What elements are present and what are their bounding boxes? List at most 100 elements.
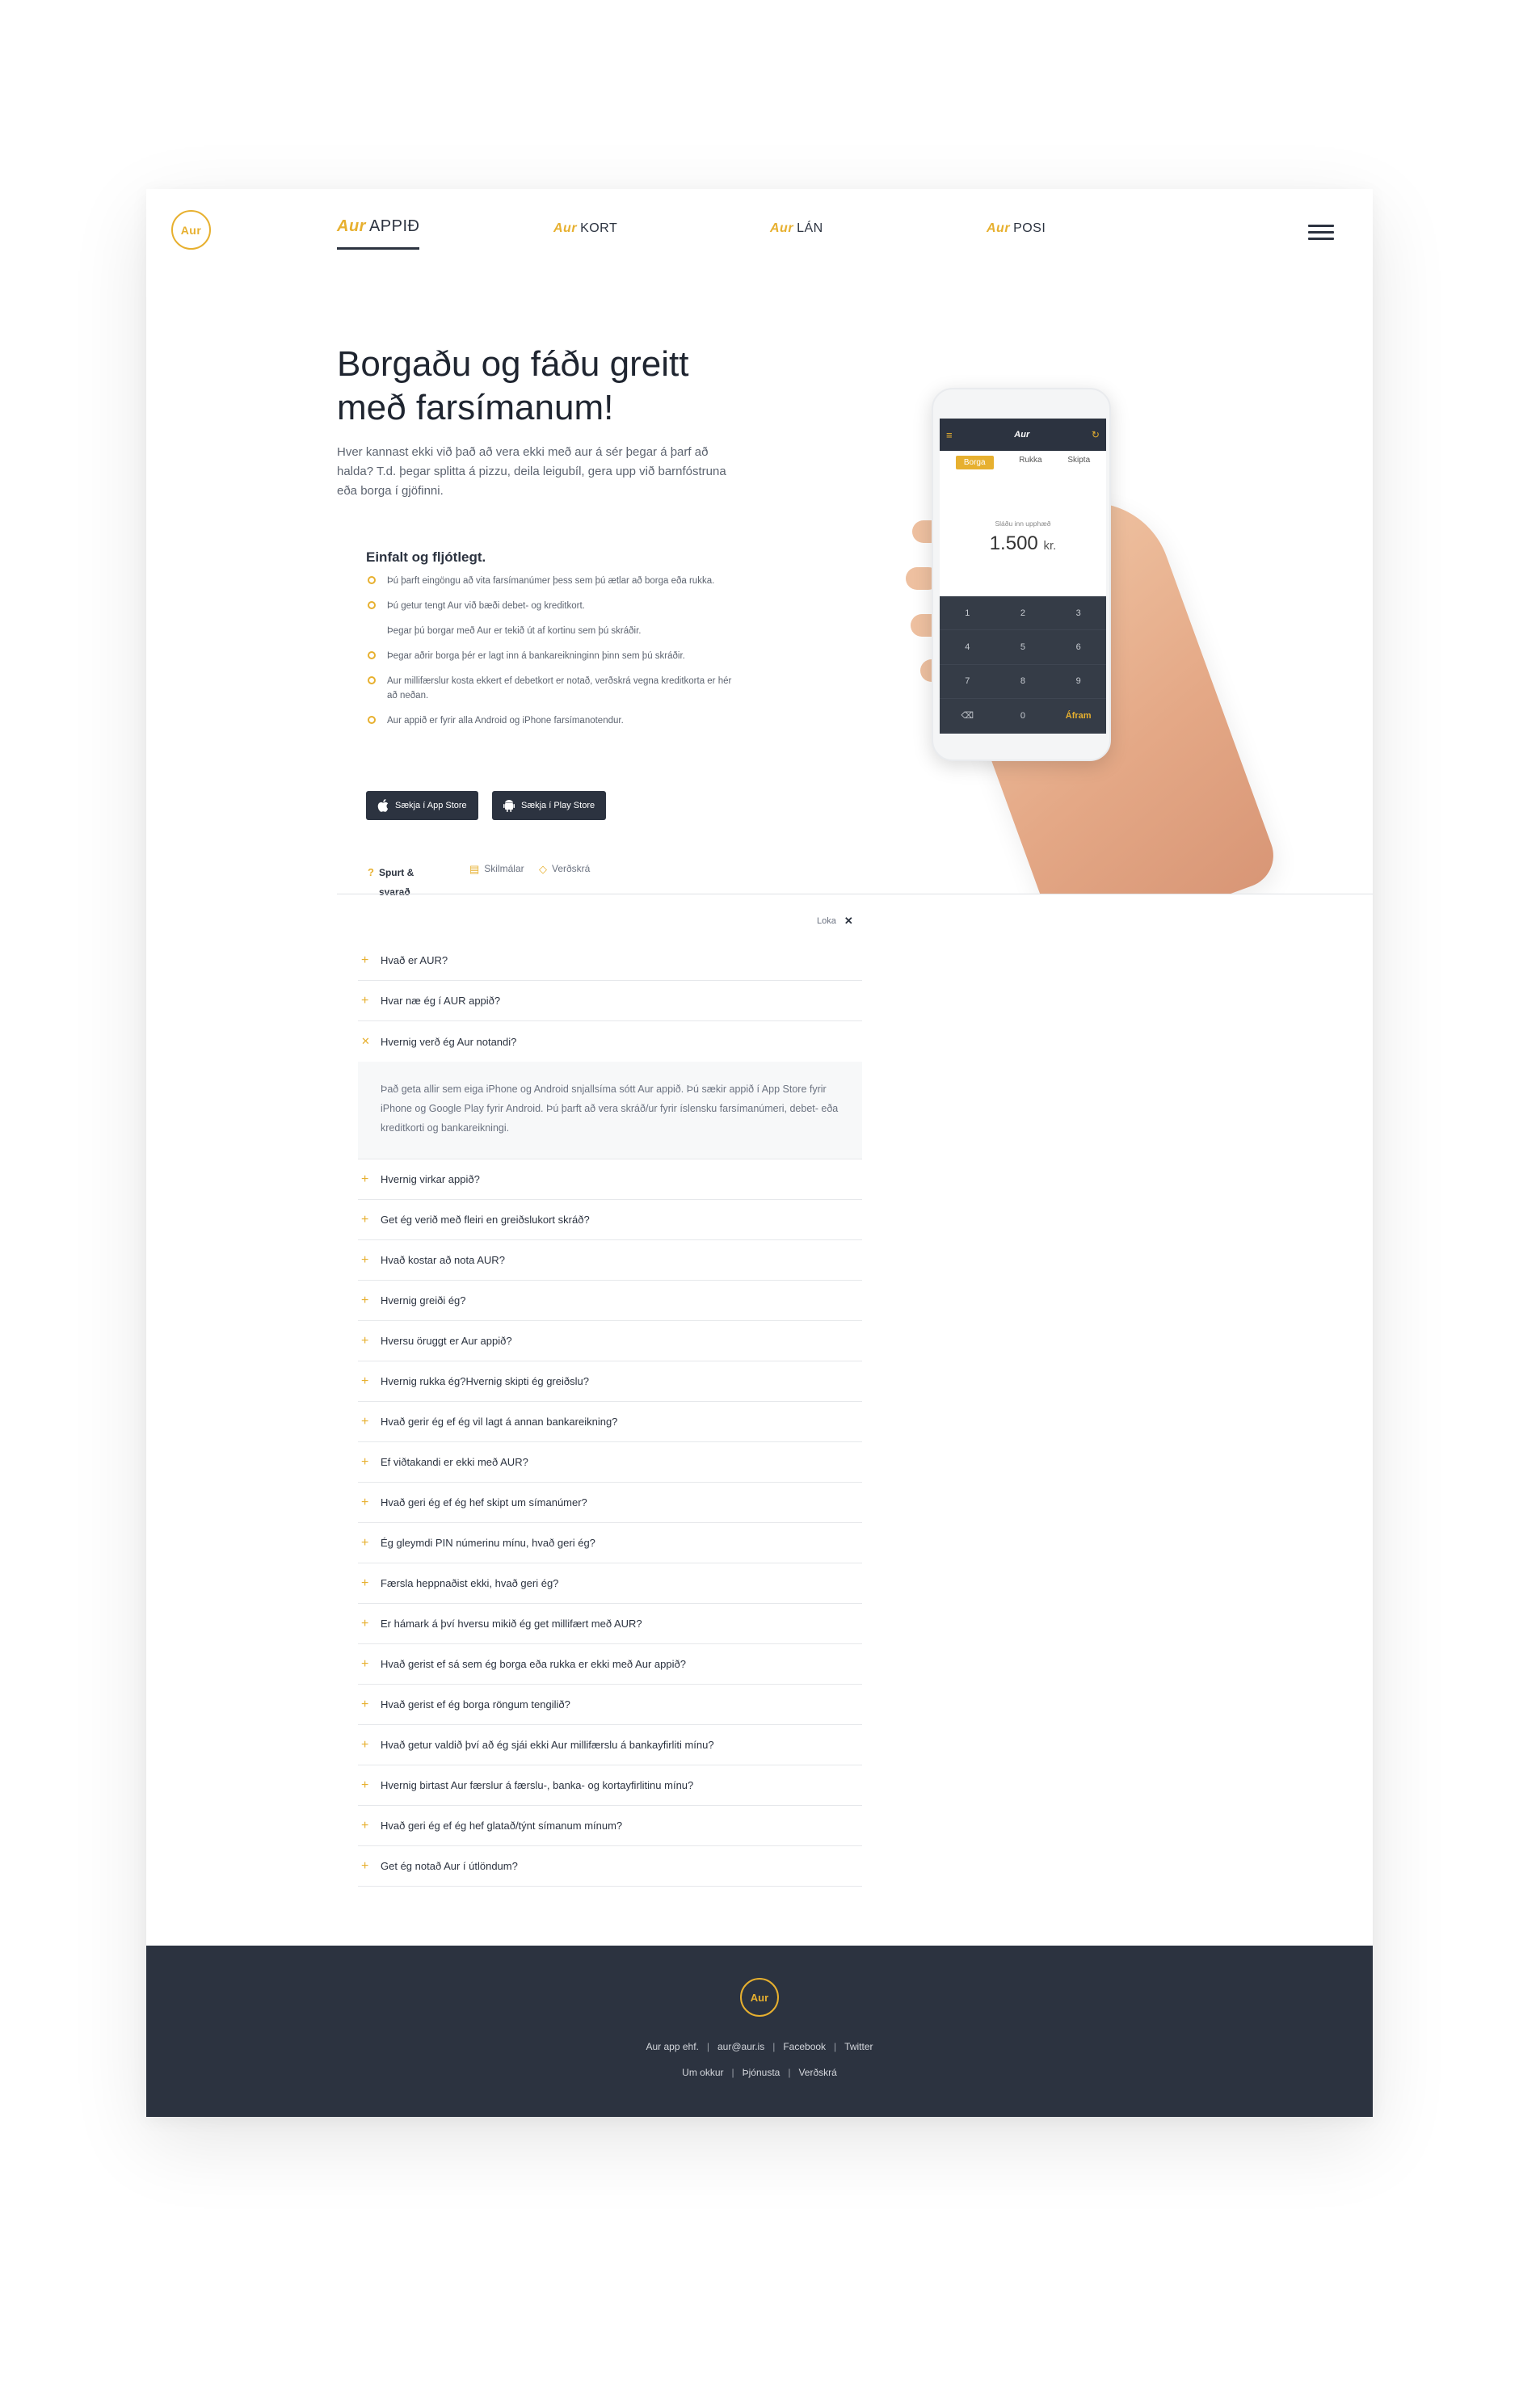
- hero-text: Hver kannast ekki við það að vera ekki m…: [337, 445, 726, 498]
- document-icon: ▤: [469, 863, 480, 875]
- tag-icon: ◇: [539, 863, 547, 875]
- faq-question: Hversu öruggt er Aur appið?: [381, 1335, 512, 1347]
- faq-item[interactable]: + Hversu öruggt er Aur appið?: [358, 1321, 862, 1361]
- key: 0: [995, 699, 1051, 734]
- footer-service-link[interactable]: Þjónusta: [743, 2067, 781, 2078]
- faq-item[interactable]: + Get ég notað Aur í útlöndum?: [358, 1846, 862, 1887]
- faq-item[interactable]: + Hvernig greiði ég?: [358, 1281, 862, 1321]
- close-icon: ✕: [361, 1035, 370, 1047]
- page-card: Aur Aur APPIÐ Aur KORT Aur LÁN Aur POSI Borg…: [146, 189, 1373, 2117]
- close-button[interactable]: Loka ✕: [817, 915, 853, 928]
- key: 3: [1050, 596, 1106, 631]
- nav-label: APPIÐ: [368, 217, 420, 235]
- feature-text: Þegar þú borgar með Aur er tekið út af k…: [387, 626, 642, 636]
- app-store-button[interactable]: Sækja í App Store: [366, 791, 478, 820]
- bullet-icon: [368, 676, 376, 684]
- bullet-icon: [368, 601, 376, 609]
- faq-item[interactable]: + Hvað er AUR?: [358, 940, 862, 981]
- feature-item: Aur millifærslur kosta ekkert ef debetko…: [366, 674, 738, 703]
- faq-item[interactable]: + Hvernig rukka ég?Hvernig skipti ég grei…: [358, 1361, 862, 1402]
- faq-item[interactable]: + Hvernig virkar appið?: [358, 1159, 862, 1200]
- faq-question: Hvernig virkar appið?: [381, 1173, 480, 1185]
- faq-item[interactable]: + Get ég verið með fleiri en greiðslukort…: [358, 1200, 862, 1240]
- footer-about-link[interactable]: Um okkur: [682, 2067, 723, 2078]
- history-icon: ↻: [1091, 429, 1100, 440]
- faq-question: Er hámark á því hversu mikið ég get mill…: [381, 1618, 642, 1630]
- play-store-label: Sækja í Play Store: [521, 801, 595, 810]
- bullet-icon: [368, 651, 376, 659]
- faq-item[interactable]: + Hvar næ ég í AUR appið?: [358, 981, 862, 1021]
- footer-company: Aur app ehf.: [646, 2041, 699, 2052]
- key: 6: [1050, 630, 1106, 665]
- tab-label: Skilmálar: [484, 863, 524, 874]
- faq-question: Ef viðtakandi er ekki með AUR?: [381, 1456, 528, 1468]
- faq-item[interactable]: + Hvað geri ég ef ég hef skipt um símanúm…: [358, 1483, 862, 1523]
- faq-item[interactable]: + Hvað gerir ég ef ég vil lagt á annan ba…: [358, 1402, 862, 1442]
- faq-question: Ég gleymdi PIN númerinu mínu, hvað geri …: [381, 1537, 595, 1549]
- key: 5: [995, 630, 1051, 665]
- phone-in-hand-illustration: ≡ Aur ↻ Borga Rukka Skipta Sláðu inn upp…: [793, 375, 1373, 894]
- plus-icon: +: [361, 1657, 369, 1671]
- faq-question: Get ég verið með fleiri en greiðslukort …: [381, 1214, 590, 1226]
- close-label: Loka: [817, 916, 836, 926]
- faq-item[interactable]: + Er hámark á því hversu mikið ég get mil…: [358, 1604, 862, 1644]
- footer-pricing-link[interactable]: Verðskrá: [798, 2067, 836, 2078]
- faq-question: Hvað gerir ég ef ég vil lagt á annan ban…: [381, 1416, 618, 1428]
- tab-pricing[interactable]: ◇ Verðskrá: [539, 863, 590, 876]
- footer-facebook-link[interactable]: Facebook: [783, 2041, 826, 2052]
- keypad: 1 2 3 4 5 6 7 8 9 ⌫ 0 Áfram: [940, 596, 1106, 734]
- footer-twitter-link[interactable]: Twitter: [844, 2041, 873, 2052]
- aur-logo[interactable]: Aur: [171, 210, 211, 250]
- feature-item: Þegar aðrir borga þér er lagt inn á bank…: [366, 649, 738, 663]
- key: 2: [995, 596, 1051, 631]
- feature-text: Þú getur tengt Aur við bæði debet- og kr…: [387, 601, 585, 611]
- faq-list: + Hvað er AUR? + Hvar næ ég í AUR appið? ✕…: [358, 940, 862, 1887]
- nav-brand: Aur: [770, 221, 794, 235]
- feature-item: Þú þarft eingöngu að vita farsímanúmer þ…: [366, 574, 738, 588]
- app-store-label: Sækja í App Store: [395, 801, 467, 810]
- menu-icon: ≡: [946, 428, 953, 441]
- plus-icon: +: [361, 1374, 369, 1388]
- feature-text: Aur millifærslur kosta ekkert ef debetko…: [387, 676, 732, 701]
- play-store-button[interactable]: Sækja í Play Store: [492, 791, 607, 820]
- features-heading: Einfalt og fljótlegt.: [366, 549, 486, 565]
- faq-item[interactable]: + Hvað kostar að nota AUR?: [358, 1240, 862, 1281]
- nav-brand: Aur: [987, 221, 1011, 235]
- nav-item-kort[interactable]: Aur KORT: [553, 221, 617, 236]
- plus-icon: +: [361, 1738, 369, 1752]
- plus-icon: +: [361, 1455, 369, 1469]
- faq-item[interactable]: + Hvað gerist ef sá sem ég borga eða rukk…: [358, 1644, 862, 1685]
- faq-question: Hvað gerist ef ég borga röngum tengilið?: [381, 1698, 570, 1710]
- tab-terms[interactable]: ▤ Skilmálar: [469, 863, 524, 876]
- faq-item[interactable]: + Hvað geri ég ef ég hef glatað/týnt síma…: [358, 1806, 862, 1846]
- footer-email-link[interactable]: aur@aur.is: [717, 2041, 764, 2052]
- key: 8: [995, 665, 1051, 699]
- logo-text: Aur: [180, 223, 202, 237]
- plus-icon: +: [361, 1172, 369, 1186]
- faq-item[interactable]: + Hvað gerist ef ég borga röngum tengilið…: [358, 1685, 862, 1725]
- nav-item-appid[interactable]: Aur APPIÐ: [337, 217, 420, 250]
- faq-item[interactable]: + Ef viðtakandi er ekki með AUR?: [358, 1442, 862, 1483]
- hamburger-icon[interactable]: [1308, 225, 1334, 241]
- nav-label: POSI: [1013, 221, 1046, 235]
- bullet-icon: [368, 576, 376, 584]
- tab-label: Verðskrá: [552, 863, 591, 874]
- feature-item: Þú getur tengt Aur við bæði debet- og kr…: [366, 599, 738, 613]
- faq-question: Hvað gerist ef sá sem ég borga eða rukka…: [381, 1658, 686, 1670]
- faq-question: Hvað kostar að nota AUR?: [381, 1254, 505, 1266]
- faq-question: Hvað getur valdið því að ég sjái ekki Au…: [381, 1739, 714, 1751]
- tab-faq[interactable]: ? Spurt & svarað: [368, 863, 424, 902]
- faq-item[interactable]: + Hvað getur valdið því að ég sjái ekki A…: [358, 1725, 862, 1765]
- backspace-key: ⌫: [940, 699, 995, 734]
- nav-item-posi[interactable]: Aur POSI: [987, 221, 1046, 236]
- faq-item[interactable]: + Færsla heppnaðist ekki, hvað geri ég?: [358, 1563, 862, 1604]
- footer-logo[interactable]: Aur: [740, 1978, 779, 2017]
- amount-display: 1.500 kr.: [940, 532, 1106, 555]
- nav-label: LÁN: [797, 221, 823, 235]
- faq-item[interactable]: + Hvernig birtast Aur færslur á færslu-, …: [358, 1765, 862, 1806]
- faq-question: Hvar næ ég í AUR appið?: [381, 995, 501, 1007]
- footer-row-links: Um okkur | Þjónusta | Verðskrá: [682, 2067, 837, 2078]
- faq-item-open[interactable]: ✕ Hvernig verð ég Aur notandi?: [358, 1021, 862, 1062]
- faq-item[interactable]: + Ég gleymdi PIN númerinu mínu, hvað geri…: [358, 1523, 862, 1563]
- nav-item-lan[interactable]: Aur LÁN: [770, 221, 823, 236]
